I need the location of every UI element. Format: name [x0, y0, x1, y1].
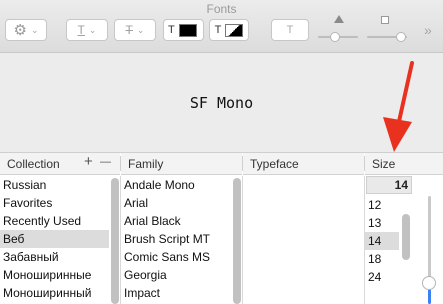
family-item[interactable]: Impact — [121, 284, 231, 302]
shadow-opacity-icon — [334, 15, 344, 23]
family-column-header: Family — [121, 153, 242, 175]
window-title: Fonts — [206, 2, 237, 16]
family-item[interactable]: Brush Script MT — [121, 230, 231, 248]
family-item[interactable]: Georgia — [121, 266, 231, 284]
size-option[interactable]: 18 — [365, 250, 399, 268]
size-input[interactable]: 14 — [366, 176, 412, 194]
text-decoration-button[interactable]: T ⌄ — [66, 19, 108, 41]
collection-item[interactable]: Моноширинные — [0, 266, 109, 284]
typeface-header-label: Typeface — [250, 157, 299, 171]
size-option[interactable]: 12 — [365, 196, 399, 214]
collection-item[interactable]: Recently Used — [0, 212, 109, 230]
action-menu-button[interactable]: ⚙ ⌄ — [5, 19, 47, 41]
size-list: 12 13 14 18 24 — [365, 196, 399, 286]
collection-item[interactable]: Моноширинный — [0, 284, 109, 302]
document-color-label: T — [214, 24, 222, 36]
font-preview-area: SF Mono — [0, 53, 443, 153]
shadow-blur-icon — [381, 16, 389, 24]
family-list: Andale Mono Arial Arial Black Brush Scri… — [121, 176, 231, 302]
typeface-column-header: Typeface — [243, 153, 364, 175]
family-item[interactable]: Arial — [121, 194, 231, 212]
family-scrollbar[interactable] — [233, 178, 241, 304]
chevrons-right-icon[interactable]: » — [424, 22, 432, 38]
collection-item[interactable]: Забавный — [0, 248, 109, 266]
shadow-blur-slider-thumb[interactable] — [396, 32, 406, 42]
strikethrough-icon: T — [125, 23, 133, 37]
size-option[interactable]: 13 — [365, 214, 399, 232]
underline-icon: T — [77, 23, 85, 37]
size-header-label: Size — [372, 157, 396, 171]
add-collection-button[interactable]: + — [84, 153, 93, 170]
shadow-icon: T — [286, 24, 294, 36]
text-color-label: T — [168, 24, 175, 36]
strikethrough-button[interactable]: T ⌄ — [114, 19, 156, 41]
gear-icon: ⚙ — [13, 22, 27, 39]
typeface-list[interactable] — [243, 176, 364, 304]
document-color-swatch — [225, 23, 244, 37]
text-color-button[interactable]: T — [163, 19, 204, 41]
collection-list: Russian Favorites Recently Used Веб Заба… — [0, 176, 109, 302]
collection-item[interactable]: Favorites — [0, 194, 109, 212]
family-item[interactable]: Andale Mono — [121, 176, 231, 194]
size-option[interactable]: 24 — [365, 268, 399, 286]
chevron-down-icon: ⌄ — [30, 24, 39, 35]
preview-text: SF Mono — [189, 94, 254, 112]
collection-scrollbar[interactable] — [111, 178, 119, 304]
toolbar: Fonts ⚙ ⌄ T ⌄ T ⌄ T T T » — [0, 0, 443, 53]
family-item[interactable]: Comic Sans MS — [121, 248, 231, 266]
size-list-scrollbar[interactable] — [402, 214, 410, 260]
collection-item-selected[interactable]: Веб — [0, 230, 109, 248]
remove-collection-button[interactable]: — — [100, 156, 111, 168]
chevron-down-icon: ⌄ — [88, 24, 97, 35]
text-color-swatch — [178, 23, 197, 37]
collection-item[interactable]: Russian — [0, 176, 109, 194]
size-column-header: Size — [365, 153, 443, 175]
family-item[interactable]: Arial Black — [121, 212, 231, 230]
chevron-down-icon: ⌄ — [136, 24, 145, 35]
family-header-label: Family — [128, 157, 164, 171]
size-option-selected[interactable]: 14 — [365, 232, 399, 250]
text-shadow-button[interactable]: T — [271, 19, 309, 41]
size-slider-thumb[interactable] — [422, 276, 436, 290]
document-color-button[interactable]: T — [209, 19, 249, 41]
collection-header-label: Collection — [7, 157, 60, 171]
shadow-opacity-slider-thumb[interactable] — [330, 32, 340, 42]
